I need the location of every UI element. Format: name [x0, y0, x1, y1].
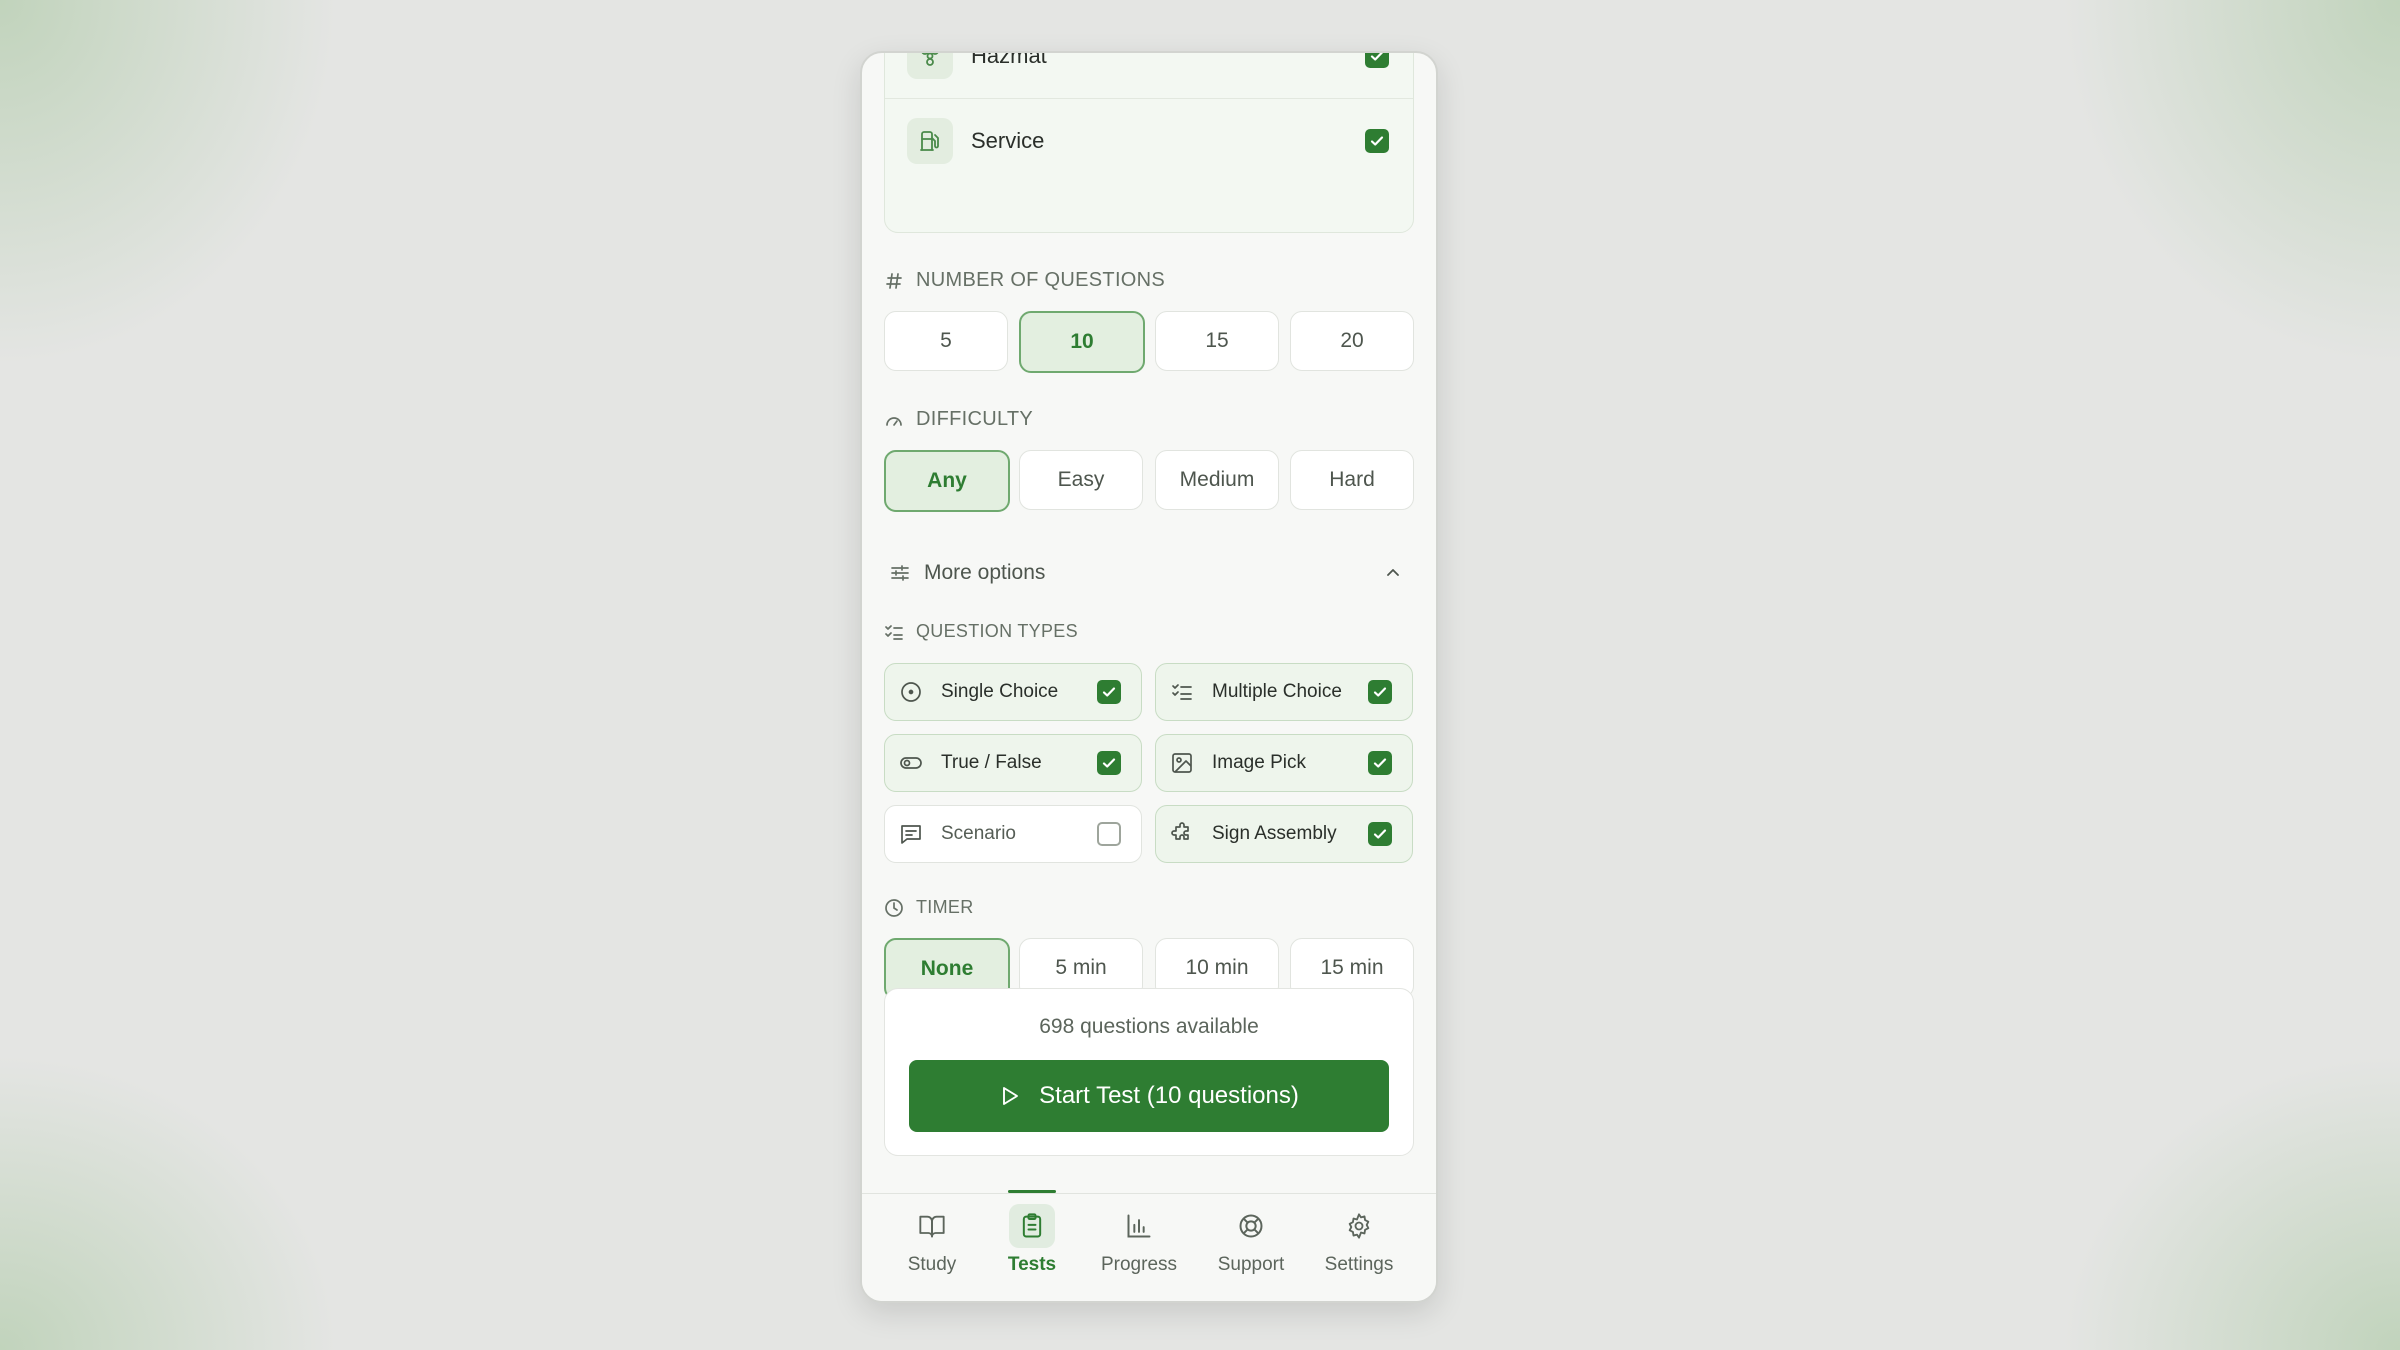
tab-label: Study [907, 1254, 957, 1275]
test-setup-scroll-area[interactable]: Hazmat Service NUMBER OF QUESTIONS 5 10 [862, 53, 1436, 1193]
chevron-up-icon [1387, 569, 1399, 576]
question-type-label: Sign Assembly [1212, 823, 1337, 844]
question-type-label: Image Pick [1212, 752, 1306, 773]
section-title: TIMER [916, 897, 974, 917]
question-type-label: Single Choice [941, 681, 1059, 702]
timer-heading: TIMER [884, 897, 974, 918]
tab-progress[interactable]: Progress [1089, 1204, 1189, 1284]
tab-tests[interactable]: Tests [982, 1204, 1082, 1284]
question-type-checkbox[interactable] [1097, 751, 1121, 775]
list-checks-icon [1172, 684, 1192, 700]
gauge-icon [886, 416, 902, 426]
category-checkbox-service[interactable] [1365, 129, 1389, 153]
tab-label: Settings [1324, 1254, 1394, 1275]
sliders-icon [891, 565, 909, 581]
section-title: QUESTION TYPES [916, 621, 1078, 641]
checkmark-icon [1102, 687, 1116, 697]
categories-card: Hazmat Service [884, 53, 1414, 233]
checkmark-icon [1370, 136, 1384, 146]
question-type-checkbox-unchecked[interactable] [1097, 822, 1121, 846]
difficulty-option-any[interactable]: Any [884, 450, 1010, 512]
list-checks-icon [885, 624, 903, 640]
category-label: Hazmat [971, 53, 1047, 68]
checkmark-icon [1373, 758, 1387, 768]
difficulty-heading: DIFFICULTY [884, 408, 1033, 431]
difficulty-option-hard[interactable]: Hard [1290, 450, 1414, 510]
tab-settings[interactable]: Settings [1309, 1204, 1409, 1284]
question-type-scenario[interactable]: Scenario [884, 805, 1142, 863]
question-types-heading: QUESTION TYPES [884, 621, 1078, 642]
checkmark-icon [1373, 687, 1387, 697]
section-title: DIFFICULTY [916, 408, 1034, 430]
checkmark-icon [1370, 53, 1383, 61]
question-type-checkbox[interactable] [1368, 822, 1392, 846]
question-type-image-pick[interactable]: Image Pick [1155, 734, 1413, 792]
puzzle-icon [1171, 822, 1189, 840]
clipboard-list-icon [1009, 1204, 1055, 1248]
image-icon [1172, 753, 1192, 773]
radio-circle-icon [901, 682, 921, 702]
life-buoy-icon [1228, 1204, 1274, 1248]
bottom-tab-bar: Study Tests Progress Support Settings [862, 1193, 1436, 1301]
question-type-label: Scenario [941, 823, 1016, 844]
fuel-pump-icon [907, 118, 953, 164]
phone-frame: Hazmat Service NUMBER OF QUESTIONS 5 10 [860, 51, 1438, 1303]
questions-option-5[interactable]: 5 [884, 311, 1008, 371]
questions-available-text: 698 questions available [1039, 1015, 1259, 1038]
tab-label: Progress [1100, 1254, 1178, 1275]
question-type-checkbox[interactable] [1368, 680, 1392, 704]
section-title: NUMBER OF QUESTIONS [916, 269, 1166, 291]
more-options-label: More options [924, 561, 1046, 584]
tab-support[interactable]: Support [1201, 1204, 1301, 1284]
difficulty-option-easy[interactable]: Easy [1019, 450, 1143, 510]
questions-option-20[interactable]: 20 [1290, 311, 1414, 371]
questions-option-10[interactable]: 10 [1019, 311, 1145, 373]
bar-chart-icon [1116, 1204, 1162, 1248]
checkmark-icon [1373, 829, 1387, 839]
start-test-button[interactable]: Start Test (10 questions) [909, 1060, 1389, 1132]
play-icon [1003, 1087, 1019, 1105]
hazmat-icon [907, 53, 953, 79]
number-of-questions-heading: NUMBER OF QUESTIONS [884, 269, 1165, 292]
book-open-icon [909, 1204, 955, 1248]
questions-option-15[interactable]: 15 [1155, 311, 1279, 371]
gear-icon [1336, 1204, 1382, 1248]
hash-icon [886, 272, 902, 289]
more-options-toggle[interactable]: More options [884, 543, 1412, 603]
start-test-label: Start Test (10 questions) [1039, 1082, 1299, 1109]
checkmark-icon [1102, 758, 1116, 768]
start-test-card: 698 questions available Start Test (10 q… [884, 988, 1414, 1156]
question-type-label: True / False [941, 752, 1042, 773]
question-type-sign-assembly[interactable]: Sign Assembly [1155, 805, 1413, 863]
category-row-hazmat[interactable]: Hazmat [885, 53, 1413, 98]
question-type-true-false[interactable]: True / False [884, 734, 1142, 792]
question-type-checkbox[interactable] [1368, 751, 1392, 775]
question-type-multiple-choice[interactable]: Multiple Choice [1155, 663, 1413, 721]
category-checkbox-hazmat[interactable] [1365, 53, 1389, 68]
category-row-service[interactable]: Service [885, 98, 1413, 183]
tab-label: Support [1217, 1254, 1285, 1275]
tab-label: Tests [1007, 1254, 1057, 1275]
tab-study[interactable]: Study [882, 1204, 982, 1284]
clock-icon [885, 898, 903, 917]
question-type-checkbox[interactable] [1097, 680, 1121, 704]
toggle-icon [900, 757, 922, 769]
difficulty-option-medium[interactable]: Medium [1155, 450, 1279, 510]
question-type-label: Multiple Choice [1212, 681, 1342, 702]
question-type-single-choice[interactable]: Single Choice [884, 663, 1142, 721]
message-square-icon [901, 825, 921, 844]
category-label: Service [971, 128, 1045, 153]
